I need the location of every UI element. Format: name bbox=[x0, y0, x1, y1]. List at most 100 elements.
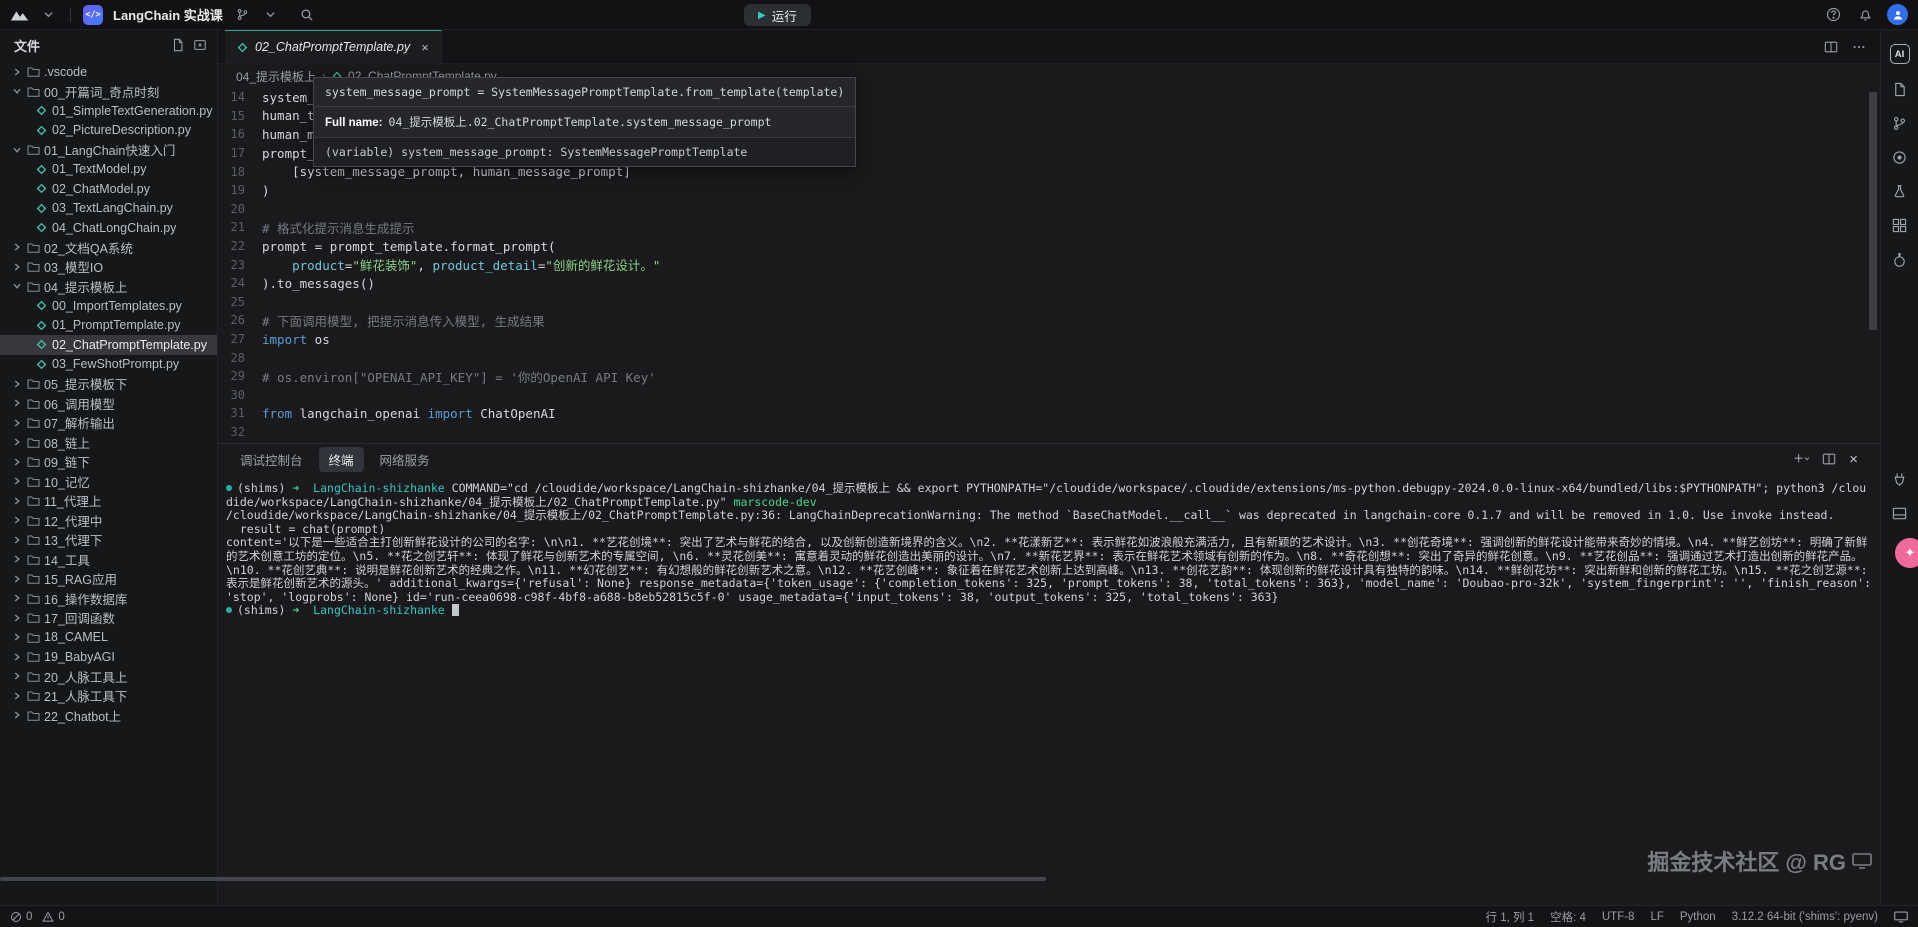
layout-panel-icon[interactable] bbox=[1891, 504, 1909, 522]
tree-item-label: 02_PictureDescription.py bbox=[52, 123, 191, 137]
code-line-25[interactable]: 25 bbox=[218, 293, 1880, 312]
code-line-24[interactable]: 24).to_messages() bbox=[218, 274, 1880, 293]
tree-file-01_SimpleTextGeneration.py[interactable]: 01_SimpleTextGeneration.py bbox=[0, 101, 217, 121]
tree-folder-15_RAG应用[interactable]: 15_RAG应用 bbox=[0, 569, 217, 589]
tree-folder-18_CAMEL[interactable]: 18_CAMEL bbox=[0, 628, 217, 648]
tab-02_ChatPromptTemplate[interactable]: 02_ChatPromptTemplate.py × bbox=[225, 30, 442, 63]
tree-folder-.vscode[interactable]: .vscode bbox=[0, 62, 217, 82]
indentation[interactable]: 空格: 4 bbox=[1550, 909, 1586, 925]
tree-folder-17_回调函数[interactable]: 17_回调函数 bbox=[0, 608, 217, 628]
split-panel-icon[interactable] bbox=[1822, 452, 1836, 466]
tree-file-01_TextModel.py[interactable]: 01_TextModel.py bbox=[0, 160, 217, 180]
tab-debug-console[interactable]: 调试控制台 bbox=[230, 447, 313, 472]
code-line-23[interactable]: 23 product="鲜花装饰", product_detail="创新的鲜花… bbox=[218, 255, 1880, 274]
tree-folder-08_链上[interactable]: 08_链上 bbox=[0, 433, 217, 453]
remote-display-icon[interactable] bbox=[1894, 911, 1908, 923]
eol-sequence[interactable]: LF bbox=[1650, 911, 1663, 923]
search-icon[interactable] bbox=[297, 5, 317, 25]
python-file-icon bbox=[34, 164, 48, 175]
ai-assistant-icon[interactable]: AI bbox=[1890, 44, 1910, 64]
tree-folder-14_工具[interactable]: 14_工具 bbox=[0, 550, 217, 570]
tree-folder-11_代理上[interactable]: 11_代理上 bbox=[0, 491, 217, 511]
code-line-27[interactable]: 27import os bbox=[218, 330, 1880, 349]
code-line-26[interactable]: 26# 下面调用模型, 把提示消息传入模型, 生成结果 bbox=[218, 311, 1880, 330]
chevron-right-icon bbox=[12, 68, 22, 76]
vertical-scrollbar[interactable] bbox=[1869, 92, 1877, 330]
flask-icon[interactable] bbox=[1891, 250, 1909, 268]
tree-folder-13_代理下[interactable]: 13_代理下 bbox=[0, 530, 217, 550]
plug-icon[interactable] bbox=[1891, 470, 1909, 488]
tree-folder-20_人脉工具上[interactable]: 20_人脉工具上 bbox=[0, 667, 217, 687]
language-mode[interactable]: Python bbox=[1680, 911, 1716, 923]
line-number: 27 bbox=[218, 332, 262, 346]
tree-folder-07_解析输出[interactable]: 07_解析输出 bbox=[0, 413, 217, 433]
breadcrumb-folder[interactable]: 04_提示模板上 bbox=[236, 68, 316, 85]
tree-file-02_ChatPromptTemplate.py[interactable]: 02_ChatPromptTemplate.py bbox=[0, 335, 217, 355]
tree-file-02_ChatModel.py[interactable]: 02_ChatModel.py bbox=[0, 179, 217, 199]
tab-network-service[interactable]: 网络服务 bbox=[370, 447, 440, 472]
tree-file-00_ImportTemplates.py[interactable]: 00_ImportTemplates.py bbox=[0, 296, 217, 316]
new-folder-icon[interactable] bbox=[193, 38, 207, 52]
fork-icon[interactable] bbox=[233, 5, 253, 25]
tree-folder-01_LangChain快速入门[interactable]: 01_LangChain快速入门 bbox=[0, 140, 217, 160]
tree-folder-12_代理中[interactable]: 12_代理中 bbox=[0, 511, 217, 531]
close-tab-icon[interactable]: × bbox=[421, 40, 429, 55]
user-avatar[interactable] bbox=[1887, 4, 1908, 25]
code-line-28[interactable]: 28 bbox=[218, 348, 1880, 367]
tree-file-04_ChatLongChain.py[interactable]: 04_ChatLongChain.py bbox=[0, 218, 217, 238]
encoding[interactable]: UTF-8 bbox=[1602, 911, 1635, 923]
tree-folder-00_开篇词_奇点时刻[interactable]: 00_开篇词_奇点时刻 bbox=[0, 82, 217, 102]
workspace-logo-icon[interactable] bbox=[10, 5, 30, 25]
code-line-31[interactable]: 31from langchain_openai import ChatOpenA… bbox=[218, 404, 1880, 423]
problems-indicator[interactable]: 0 0 bbox=[10, 911, 65, 923]
git-branch-icon[interactable] bbox=[1891, 114, 1909, 132]
split-editor-icon[interactable] bbox=[1824, 40, 1838, 54]
close-panel-icon[interactable]: × bbox=[1849, 451, 1858, 468]
help-icon[interactable] bbox=[1823, 5, 1843, 25]
chevron-down-icon[interactable] bbox=[261, 5, 281, 25]
tab-terminal[interactable]: 终端 bbox=[319, 447, 364, 472]
beaker-icon[interactable] bbox=[1891, 182, 1909, 200]
chevron-down-icon[interactable] bbox=[38, 5, 58, 25]
code-line-21[interactable]: 21# 格式化提示消息生成提示 bbox=[218, 218, 1880, 237]
file-copy-icon[interactable] bbox=[1891, 80, 1909, 98]
code-line-32[interactable]: 32 bbox=[218, 423, 1880, 442]
target-icon[interactable] bbox=[1891, 148, 1909, 166]
tree-folder-06_调用模型[interactable]: 06_调用模型 bbox=[0, 394, 217, 414]
chevron-right-icon bbox=[12, 672, 22, 680]
assistant-fab[interactable]: ✦ bbox=[1895, 538, 1918, 568]
code-line-19[interactable]: 19) bbox=[218, 181, 1880, 200]
run-button[interactable]: ▶ 运行 bbox=[744, 4, 811, 26]
tree-file-01_PromptTemplate.py[interactable]: 01_PromptTemplate.py bbox=[0, 316, 217, 336]
tree-folder-22_Chatbot上[interactable]: 22_Chatbot上 bbox=[0, 706, 217, 726]
tree-folder-09_链下[interactable]: 09_链下 bbox=[0, 452, 217, 472]
project-badge-icon[interactable]: </> bbox=[83, 5, 103, 25]
new-terminal-icon[interactable] bbox=[1793, 453, 1809, 465]
tree-folder-05_提示模板下[interactable]: 05_提示模板下 bbox=[0, 374, 217, 394]
code-line-20[interactable]: 20 bbox=[218, 200, 1880, 219]
tree-file-02_PictureDescription.py[interactable]: 02_PictureDescription.py bbox=[0, 121, 217, 141]
new-file-icon[interactable] bbox=[171, 38, 185, 52]
terminal-cursor[interactable] bbox=[452, 604, 459, 616]
cursor-position[interactable]: 行 1, 列 1 bbox=[1486, 909, 1535, 925]
extensions-grid-icon[interactable] bbox=[1891, 216, 1909, 234]
tree-file-03_FewShotPrompt.py[interactable]: 03_FewShotPrompt.py bbox=[0, 355, 217, 375]
horizontal-scrollbar[interactable] bbox=[0, 877, 1046, 881]
terminal-output[interactable]: (shims) ➜ LangChain-shizhanke COMMAND="c… bbox=[218, 474, 1880, 905]
watermark: 掘金技术社区 @ RG bbox=[1647, 845, 1872, 877]
tree-folder-19_BabyAGI[interactable]: 19_BabyAGI bbox=[0, 647, 217, 667]
tree-item-label: 04_ChatLongChain.py bbox=[52, 221, 176, 235]
tree-folder-03_模型IO[interactable]: 03_模型IO bbox=[0, 257, 217, 277]
tree-folder-16_操作数据库[interactable]: 16_操作数据库 bbox=[0, 589, 217, 609]
python-interpreter[interactable]: 3.12.2 64-bit ('shims': pyenv) bbox=[1732, 911, 1878, 923]
tree-folder-02_文档QA系统[interactable]: 02_文档QA系统 bbox=[0, 238, 217, 258]
code-line-30[interactable]: 30 bbox=[218, 386, 1880, 405]
tree-folder-04_提示模板上[interactable]: 04_提示模板上 bbox=[0, 277, 217, 297]
more-actions-icon[interactable] bbox=[1852, 40, 1866, 54]
tree-file-03_TextLangChain.py[interactable]: 03_TextLangChain.py bbox=[0, 199, 217, 219]
code-line-29[interactable]: 29# os.environ["OPENAI_API_KEY"] = '你的Op… bbox=[218, 367, 1880, 386]
tree-folder-10_记忆[interactable]: 10_记忆 bbox=[0, 472, 217, 492]
tree-folder-21_人脉工具下[interactable]: 21_人脉工具下 bbox=[0, 686, 217, 706]
bell-icon[interactable] bbox=[1855, 5, 1875, 25]
code-line-22[interactable]: 22prompt = prompt_template.format_prompt… bbox=[218, 237, 1880, 256]
